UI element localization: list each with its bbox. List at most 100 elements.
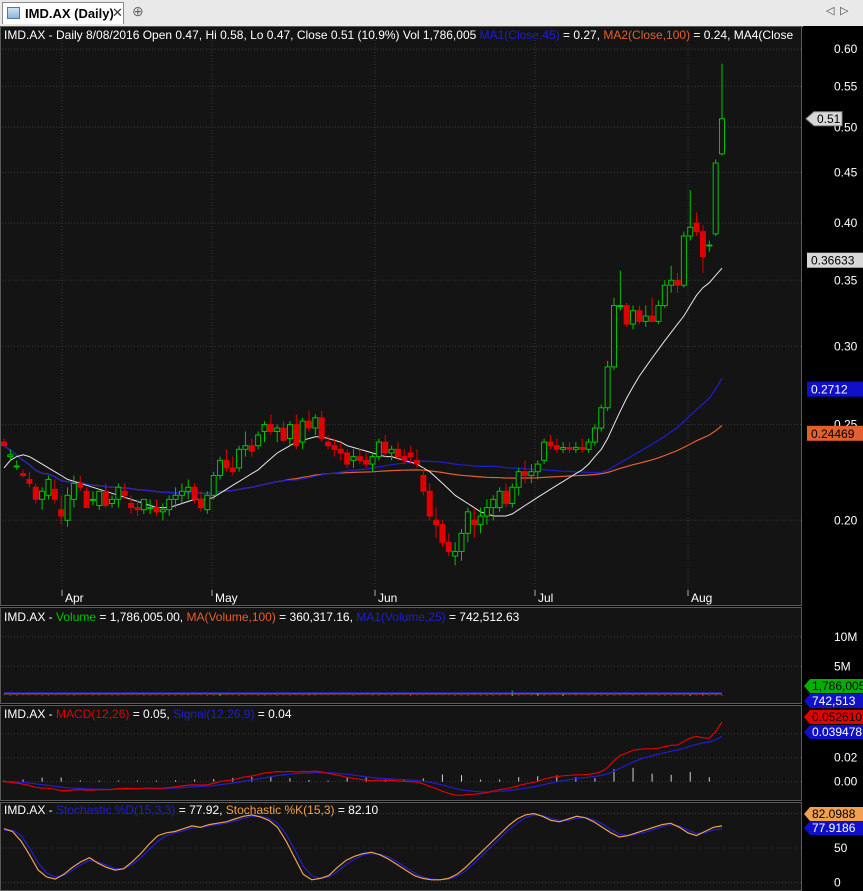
candle-body <box>509 486 516 504</box>
candle-body <box>560 446 567 450</box>
month-tick-label: Apr <box>65 591 84 605</box>
candle-body <box>204 494 211 511</box>
candle-body <box>553 445 560 450</box>
candle-body <box>420 475 427 492</box>
candle <box>267 414 274 436</box>
volume-header-segment: = 742,512.63 <box>446 610 520 624</box>
month-tick-label: Aug <box>691 591 712 605</box>
candle <box>197 491 204 512</box>
candle-body <box>464 511 471 534</box>
candle <box>687 189 694 241</box>
candle <box>217 456 224 480</box>
candle <box>299 417 306 450</box>
price-header-segment: = 0.24, MA4(Close <box>690 28 793 42</box>
stoch-header-segment: IMD.AX - <box>4 803 56 817</box>
candle-body <box>649 315 656 322</box>
candle-body <box>51 488 58 500</box>
candle <box>610 297 617 370</box>
candle <box>242 431 249 457</box>
candle <box>83 487 90 509</box>
candle-body <box>274 427 281 433</box>
candle <box>604 360 611 412</box>
volume-header-segment: MA(Volume,100) <box>186 610 275 624</box>
candle-body <box>217 459 224 477</box>
candle <box>26 471 33 488</box>
volume-header-segment: MA1(Volume,25) <box>356 610 445 624</box>
candle-body <box>89 498 96 501</box>
candle-body <box>70 482 77 500</box>
macd-header-segment: = 0.05, <box>129 707 173 721</box>
candle-body <box>388 448 395 454</box>
candle-body <box>58 509 65 517</box>
candle <box>109 495 116 508</box>
price-header-segment: MA2(Close,100) <box>603 28 690 42</box>
candle-body <box>318 417 325 440</box>
candle <box>305 411 312 432</box>
candle <box>426 483 433 521</box>
candle-body <box>344 452 351 465</box>
candle-body <box>382 441 389 454</box>
candle-body <box>134 507 141 511</box>
candle-body <box>369 456 376 465</box>
candle-body <box>680 235 687 286</box>
candle <box>502 483 509 508</box>
price-header-segment: MA1(Close,45) <box>480 28 560 42</box>
candle <box>45 475 52 500</box>
candle-body <box>261 424 268 433</box>
candle <box>274 424 281 443</box>
candle-body <box>528 471 535 477</box>
candle-body <box>579 446 586 450</box>
volume-value-label: 1,786,005 <box>812 679 863 693</box>
candle-body <box>350 456 357 461</box>
candle-body <box>490 498 497 509</box>
candle <box>286 421 293 446</box>
candle-body <box>712 162 719 235</box>
candle-body <box>394 448 401 458</box>
candle-body <box>585 441 592 450</box>
candle-body <box>598 407 605 429</box>
candle-body <box>687 226 694 237</box>
candle <box>674 272 681 293</box>
candle <box>420 467 427 496</box>
macd-tick-label: 0.02 <box>834 751 858 765</box>
candle <box>560 442 567 453</box>
candle-body <box>610 305 617 368</box>
month-tick-label: May <box>215 591 238 605</box>
ma45-line <box>3 377 723 494</box>
candle <box>261 421 268 443</box>
macd-header-segment: Signal(12,26,9) <box>173 707 254 721</box>
stoch-tick-label: 0 <box>834 876 841 890</box>
candle-body <box>7 454 14 458</box>
candle-body <box>433 519 440 526</box>
candle <box>356 449 363 465</box>
candle <box>528 464 535 484</box>
candle-body <box>477 515 484 526</box>
candle <box>623 302 630 327</box>
candle-body <box>115 486 122 500</box>
volume-value-label: 742,513 <box>812 694 856 708</box>
macd-header-segment: = 0.04 <box>254 707 291 721</box>
macd-value-label: 0.039478 <box>812 725 862 739</box>
candle-body <box>630 310 637 325</box>
volume-header-segment: = 1,786,005.00, <box>96 610 186 624</box>
month-tick-label: Jul <box>538 591 553 605</box>
candle-body <box>471 519 478 526</box>
candle-body <box>210 475 217 496</box>
stoch-header-segment: = 77.92, <box>175 803 225 817</box>
price-tick-label: 0.35 <box>834 273 858 287</box>
stoch-value-label: 82.0988 <box>812 807 856 821</box>
candle <box>166 495 173 517</box>
macd-header: IMD.AX - MACD(12,26) = 0.05, Signal(12,2… <box>4 707 292 721</box>
chart-canvas: 0.600.550.500.450.400.350.300.250.20Apr M… <box>1 28 863 890</box>
candle <box>318 411 325 443</box>
candle-body <box>140 498 147 511</box>
candle-body <box>356 456 363 461</box>
candle-body <box>280 427 287 441</box>
candle <box>293 414 300 450</box>
candle <box>32 483 39 504</box>
candle <box>680 231 687 288</box>
candle <box>579 438 586 453</box>
candle <box>77 475 84 492</box>
candle <box>572 442 579 453</box>
candle <box>401 449 408 465</box>
